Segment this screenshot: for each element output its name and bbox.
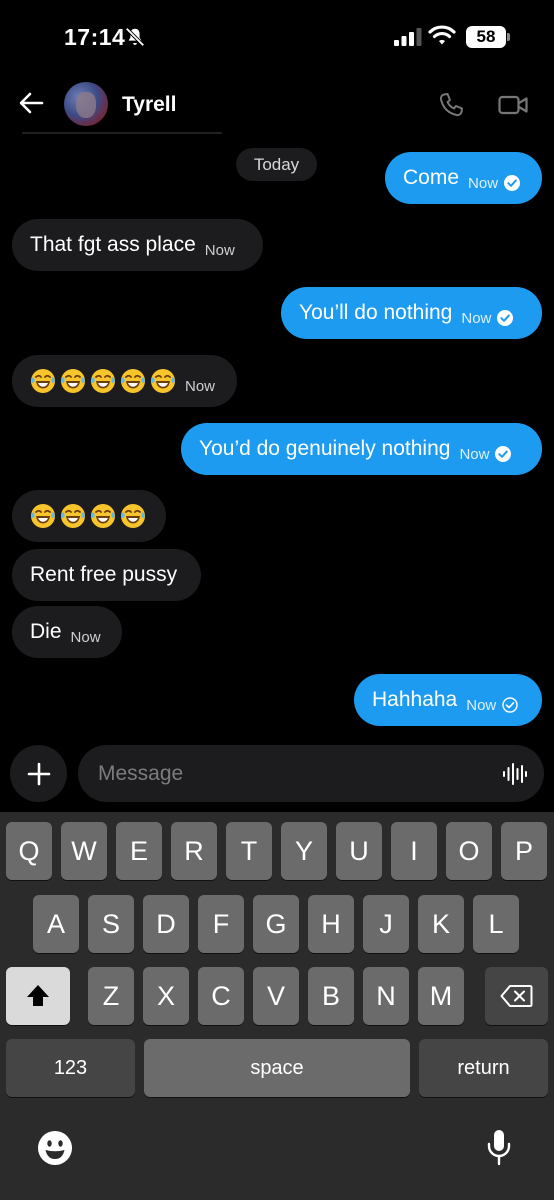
backspace-key[interactable] bbox=[485, 967, 548, 1025]
key-q[interactable]: Q bbox=[6, 822, 52, 880]
laughing-tears-emoji-icon bbox=[91, 369, 115, 393]
message-text: Die bbox=[30, 620, 62, 643]
message-outgoing[interactable]: You’d do genuinely nothing Now bbox=[181, 423, 542, 475]
read-check-icon bbox=[497, 310, 514, 326]
laughing-tears-emoji-icon bbox=[31, 369, 55, 393]
numbers-key[interactable]: 123 bbox=[6, 1039, 135, 1097]
key-x[interactable]: X bbox=[143, 967, 189, 1025]
laughing-tears-emoji-icon bbox=[151, 369, 175, 393]
message-input[interactable]: Message bbox=[78, 745, 544, 802]
key-k[interactable]: K bbox=[418, 895, 464, 953]
status-time: 17:14 bbox=[64, 24, 126, 50]
message-outgoing[interactable]: Come Now bbox=[385, 152, 542, 204]
key-p[interactable]: P bbox=[501, 822, 547, 880]
key-z[interactable]: Z bbox=[88, 967, 134, 1025]
backspace-icon bbox=[500, 985, 533, 1007]
message-incoming[interactable]: Rent free pussy bbox=[12, 549, 201, 601]
sent-check-icon bbox=[502, 697, 518, 713]
emoji-row bbox=[30, 368, 176, 394]
key-e[interactable]: E bbox=[116, 822, 162, 880]
key-j[interactable]: J bbox=[363, 895, 409, 953]
message-text: That fgt ass place bbox=[30, 233, 196, 256]
message-time: Now bbox=[468, 174, 499, 192]
chat-header: Tyrell bbox=[0, 76, 554, 136]
date-separator: Today bbox=[236, 148, 317, 181]
key-a[interactable]: A bbox=[33, 895, 79, 953]
key-t[interactable]: T bbox=[226, 822, 272, 880]
message-incoming[interactable]: That fgt ass place Now bbox=[12, 219, 263, 271]
emoji-row bbox=[30, 503, 146, 529]
message-time: Now bbox=[70, 628, 101, 646]
cell-signal-icon bbox=[394, 28, 422, 46]
read-check-icon bbox=[495, 446, 512, 462]
laughing-tears-emoji-icon bbox=[91, 504, 115, 528]
laughing-tears-emoji-icon bbox=[121, 369, 145, 393]
message-incoming[interactable]: Die Now bbox=[12, 606, 122, 658]
key-i[interactable]: I bbox=[391, 822, 437, 880]
key-s[interactable]: S bbox=[88, 895, 134, 953]
key-b[interactable]: B bbox=[308, 967, 354, 1025]
voice-wave-icon[interactable] bbox=[502, 761, 528, 787]
message-time: Now bbox=[461, 309, 492, 327]
key-v[interactable]: V bbox=[253, 967, 299, 1025]
key-o[interactable]: O bbox=[446, 822, 492, 880]
message-outgoing[interactable]: Hahhaha Now bbox=[354, 674, 542, 726]
return-key[interactable]: return bbox=[419, 1039, 548, 1097]
shift-key[interactable] bbox=[6, 967, 70, 1025]
message-outgoing[interactable]: You’ll do nothing Now bbox=[281, 287, 542, 339]
key-m[interactable]: M bbox=[418, 967, 464, 1025]
key-d[interactable]: D bbox=[143, 895, 189, 953]
wifi-icon bbox=[428, 25, 456, 45]
key-r[interactable]: R bbox=[171, 822, 217, 880]
keyboard: Q W E R T Y U I O P A S D F G H J K L Z … bbox=[0, 812, 554, 1200]
message-text: Come bbox=[403, 166, 460, 189]
message-input-placeholder: Message bbox=[98, 762, 184, 785]
header-divider bbox=[22, 132, 222, 134]
microphone-icon[interactable] bbox=[486, 1128, 512, 1168]
message-time: Now bbox=[466, 696, 497, 714]
laughing-tears-emoji-icon bbox=[61, 504, 85, 528]
key-h[interactable]: H bbox=[308, 895, 354, 953]
laughing-tears-emoji-icon bbox=[121, 504, 145, 528]
shift-icon bbox=[27, 985, 49, 1006]
read-check-icon bbox=[504, 175, 521, 191]
status-bar: 17:14 58 bbox=[0, 0, 554, 76]
key-y[interactable]: Y bbox=[281, 822, 327, 880]
back-arrow-icon[interactable] bbox=[18, 90, 44, 116]
key-l[interactable]: L bbox=[473, 895, 519, 953]
message-time: Now bbox=[185, 377, 216, 395]
plus-icon bbox=[27, 762, 51, 786]
key-n[interactable]: N bbox=[363, 967, 409, 1025]
laughing-tears-emoji-icon bbox=[61, 369, 85, 393]
message-text: Hahhaha bbox=[372, 688, 458, 711]
message-time: Now bbox=[459, 445, 490, 463]
message-text: You’ll do nothing bbox=[299, 301, 453, 324]
laughing-tears-emoji-icon bbox=[31, 504, 55, 528]
battery-tip bbox=[507, 33, 510, 41]
battery-indicator: 58 bbox=[466, 26, 506, 48]
add-attachment-button[interactable] bbox=[10, 745, 67, 802]
contact-name[interactable]: Tyrell bbox=[122, 93, 176, 117]
space-key[interactable]: space bbox=[144, 1039, 410, 1097]
key-w[interactable]: W bbox=[61, 822, 107, 880]
key-g[interactable]: G bbox=[253, 895, 299, 953]
message-text: You’d do genuinely nothing bbox=[199, 437, 451, 460]
message-incoming[interactable] bbox=[12, 490, 166, 542]
video-camera-icon[interactable] bbox=[498, 94, 528, 116]
emoji-icon[interactable] bbox=[37, 1130, 73, 1166]
avatar[interactable] bbox=[64, 82, 108, 126]
message-incoming[interactable]: Now bbox=[12, 355, 237, 407]
bell-slash-icon bbox=[125, 27, 145, 47]
phone-icon[interactable] bbox=[438, 92, 464, 118]
key-c[interactable]: C bbox=[198, 967, 244, 1025]
key-f[interactable]: F bbox=[198, 895, 244, 953]
key-u[interactable]: U bbox=[336, 822, 382, 880]
message-text: Rent free pussy bbox=[30, 563, 178, 586]
message-time: Now bbox=[204, 241, 235, 259]
